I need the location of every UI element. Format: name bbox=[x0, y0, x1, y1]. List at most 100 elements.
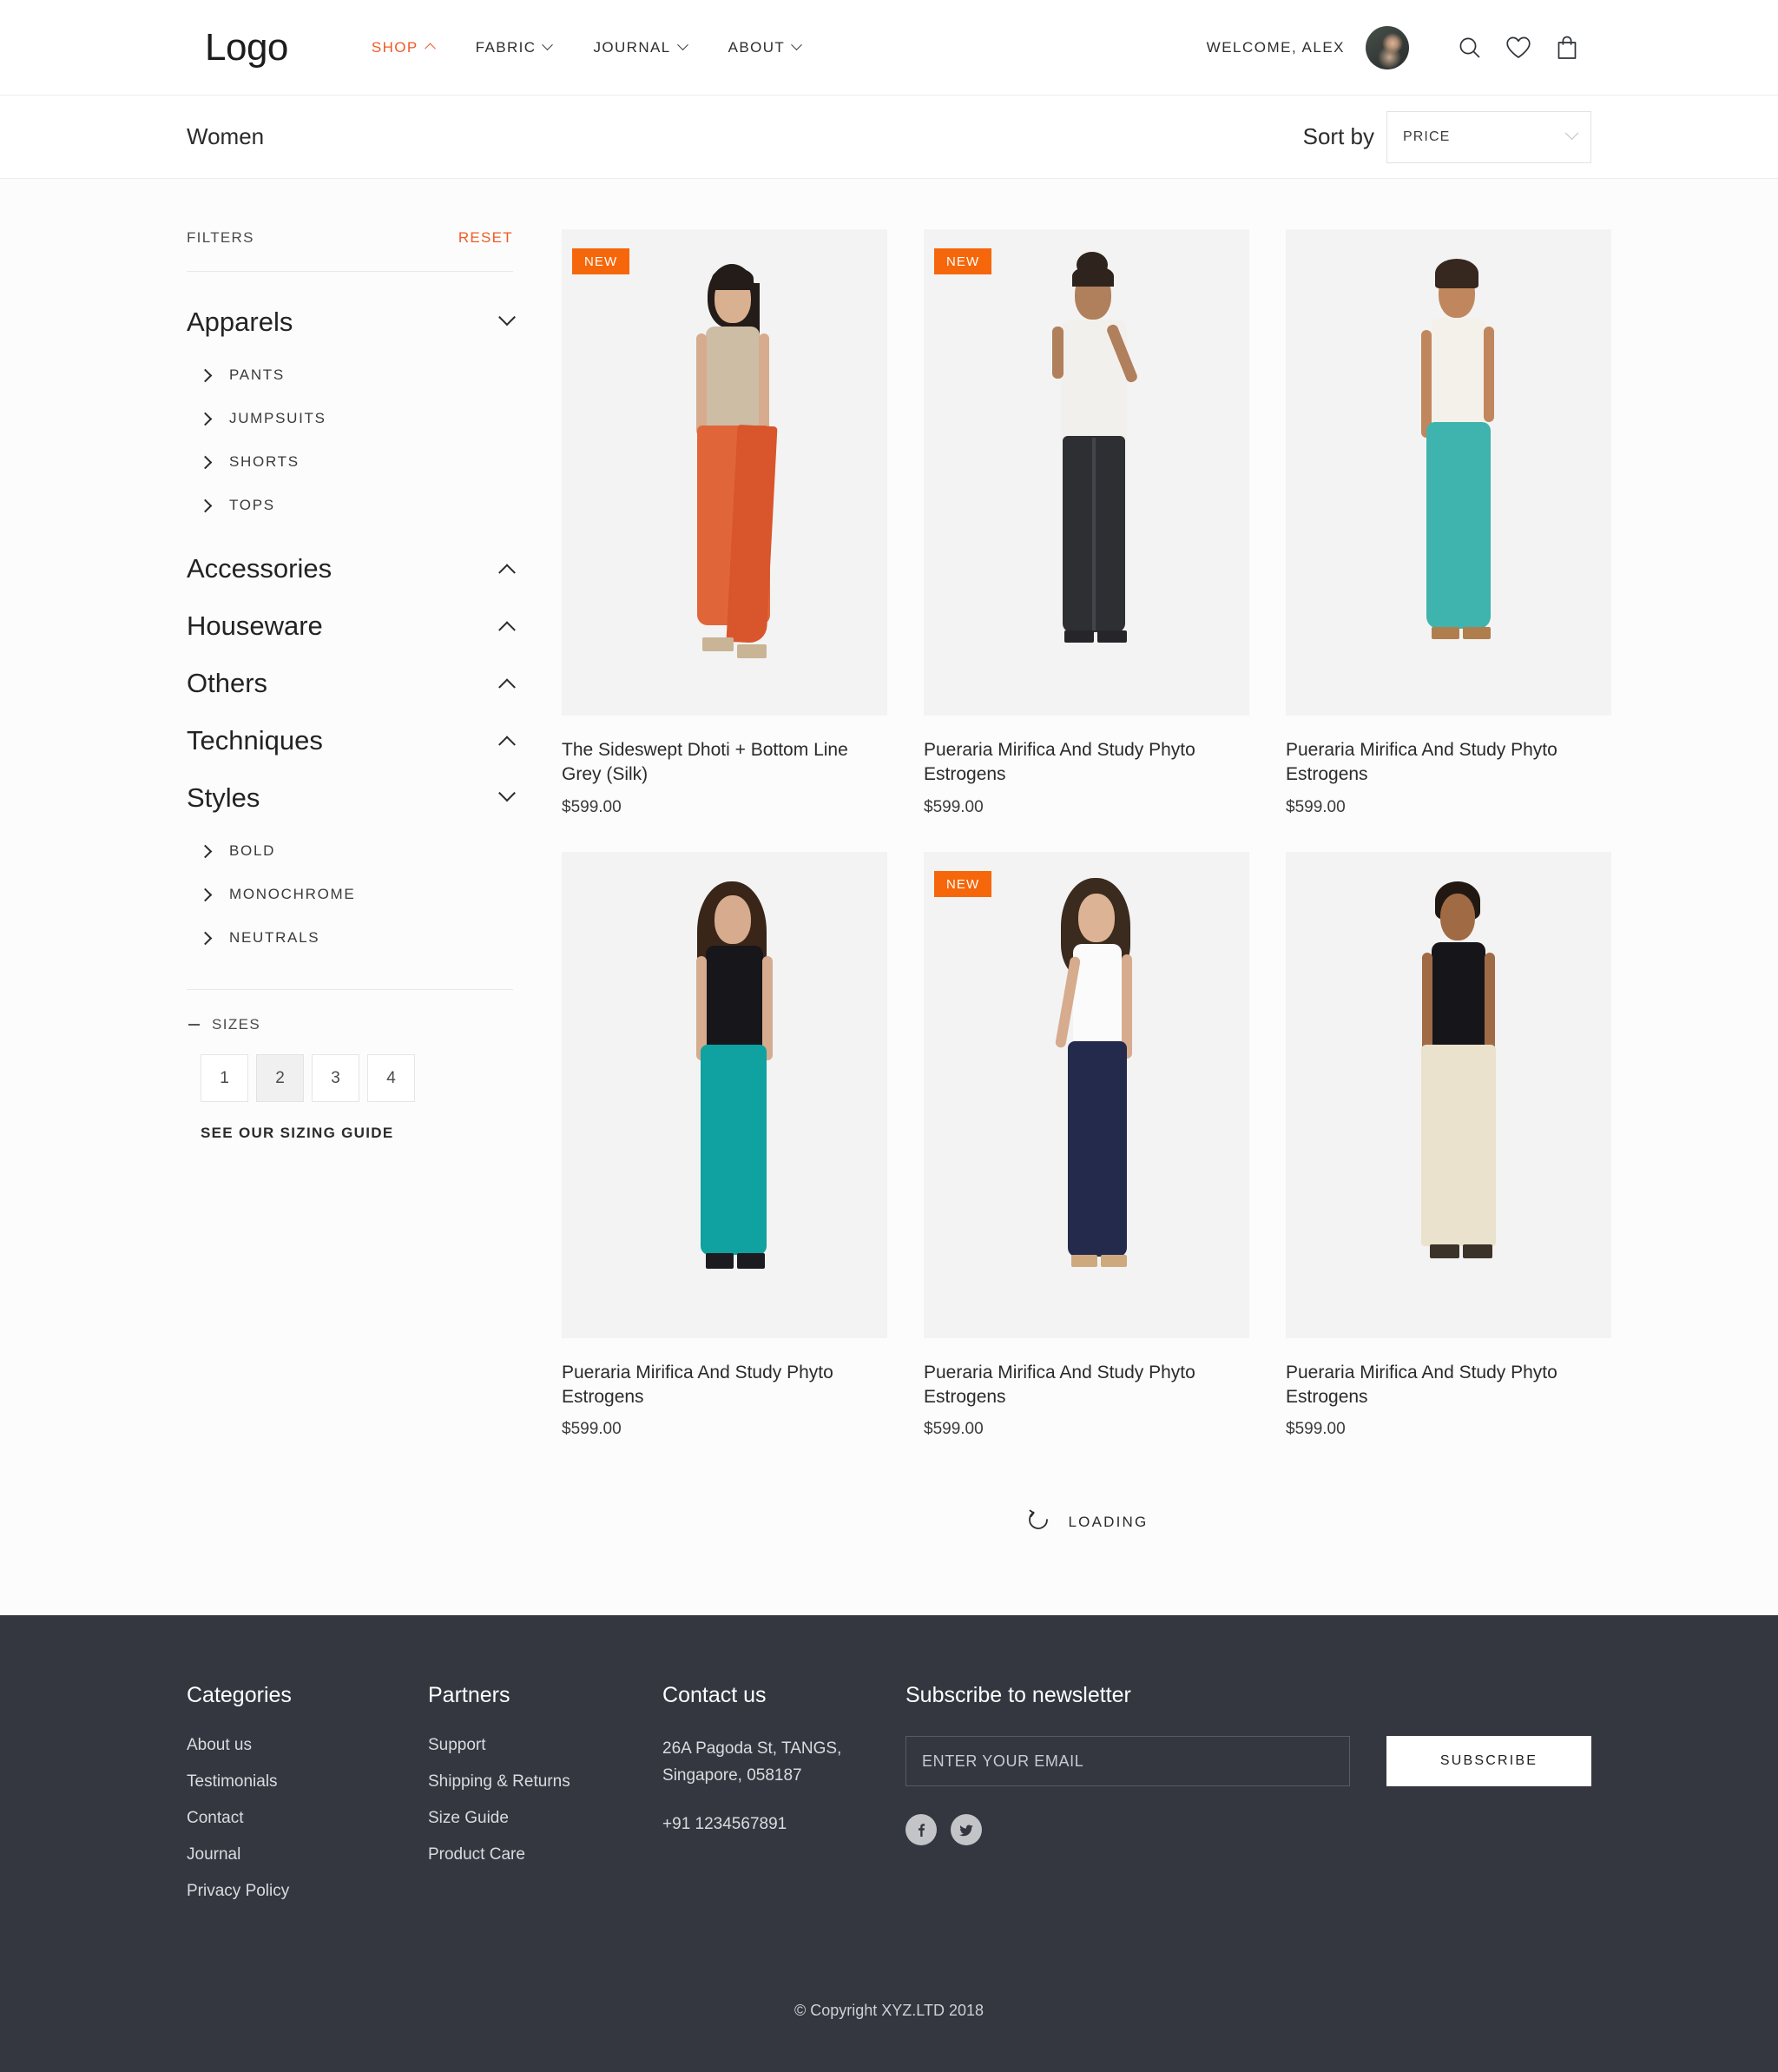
facebook-icon[interactable] bbox=[905, 1814, 937, 1846]
footer-link-size-guide[interactable]: Size Guide bbox=[428, 1809, 662, 1828]
heart-icon[interactable] bbox=[1494, 23, 1543, 72]
footer-link-shipping-returns[interactable]: Shipping & Returns bbox=[428, 1772, 662, 1792]
footer-link-product-care[interactable]: Product Care bbox=[428, 1845, 662, 1864]
filter-item-jumpsuits[interactable]: JUMPSUITS bbox=[187, 397, 513, 440]
loading-indicator: LOADING bbox=[562, 1507, 1611, 1546]
footer-column-partners: Partners Support Shipping & Returns Size… bbox=[428, 1683, 662, 1918]
sizes-label: SIZES bbox=[212, 1016, 261, 1033]
filter-group-apparels[interactable]: Apparels bbox=[187, 307, 516, 338]
refresh-spinner-icon bbox=[1025, 1507, 1051, 1537]
filter-item-shorts[interactable]: SHORTS bbox=[187, 440, 513, 484]
new-badge: NEW bbox=[934, 248, 992, 274]
chevron-up-icon bbox=[498, 564, 516, 582]
product-image[interactable]: NEW bbox=[562, 229, 887, 716]
shopping-bag-icon[interactable] bbox=[1543, 23, 1591, 72]
twitter-icon[interactable] bbox=[951, 1814, 982, 1846]
copyright-text: © Copyright XYZ.LTD 2018 bbox=[794, 2002, 984, 2020]
filter-group-title: Accessories bbox=[187, 553, 333, 584]
site-footer: Categories About us Testimonials Contact… bbox=[0, 1615, 1778, 2072]
product-image[interactable] bbox=[1286, 851, 1611, 1338]
product-price: $599.00 bbox=[924, 1420, 984, 1439]
product-card[interactable]: Pueraria Mirifica And Study Phyto Estrog… bbox=[1286, 851, 1611, 1440]
filter-group-houseware[interactable]: Houseware bbox=[187, 610, 516, 642]
avatar[interactable] bbox=[1366, 25, 1409, 69]
footer-link-about-us[interactable]: About us bbox=[187, 1736, 428, 1755]
product-card[interactable]: NEW bbox=[562, 229, 887, 817]
filter-group-title: Techniques bbox=[187, 725, 323, 756]
site-header: Logo SHOP FABRIC JOURNAL ABOUT WELCOME, … bbox=[0, 0, 1778, 96]
filter-sublist-styles: BOLD MONOCHROME NEUTRALS bbox=[187, 829, 513, 960]
address-line-1: 26A Pagoda St, TANGS, bbox=[662, 1739, 842, 1759]
product-image[interactable] bbox=[1286, 229, 1611, 716]
sort-control: Sort by PRICE bbox=[1303, 110, 1591, 163]
product-image[interactable]: NEW bbox=[924, 851, 1249, 1338]
main-content: FILTERS RESET Apparels PANTS JUMPSUITS S… bbox=[0, 179, 1778, 1616]
size-options: 1 2 3 4 bbox=[187, 1054, 513, 1102]
subscribe-button[interactable]: SUBSCRIBE bbox=[1386, 1736, 1591, 1787]
sizing-guide-link[interactable]: SEE OUR SIZING GUIDE bbox=[187, 1125, 513, 1142]
product-title: Pueraria Mirifica And Study Phyto Estrog… bbox=[1286, 1362, 1557, 1408]
model-illustration bbox=[562, 852, 887, 1338]
sort-selected-value: PRICE bbox=[1403, 129, 1451, 144]
chevron-right-icon bbox=[198, 412, 213, 426]
product-image[interactable] bbox=[562, 851, 887, 1338]
filter-item-monochrome[interactable]: MONOCHROME bbox=[187, 873, 513, 916]
product-card[interactable]: NEW Pueraria Mirifica And Study Phyto Es… bbox=[924, 851, 1249, 1440]
nav-item-fabric[interactable]: FABRIC bbox=[476, 39, 554, 56]
nav-item-shop[interactable]: SHOP bbox=[372, 39, 436, 56]
sizes-header[interactable]: SIZES bbox=[187, 1016, 513, 1033]
size-option-1[interactable]: 1 bbox=[201, 1054, 248, 1102]
filter-sublist-apparels: PANTS JUMPSUITS SHORTS TOPS bbox=[187, 353, 513, 527]
product-card[interactable]: NEW bbox=[924, 229, 1249, 817]
filter-item-tops[interactable]: TOPS bbox=[187, 484, 513, 527]
filter-item-label: MONOCHROME bbox=[229, 886, 356, 902]
chevron-down-icon bbox=[498, 784, 516, 802]
chevron-up-icon bbox=[498, 678, 516, 696]
filter-group-title: Others bbox=[187, 668, 268, 698]
main-nav: SHOP FABRIC JOURNAL ABOUT bbox=[372, 39, 803, 56]
product-card[interactable]: Pueraria Mirifica And Study Phyto Estrog… bbox=[1286, 229, 1611, 817]
footer-link-contact[interactable]: Contact bbox=[187, 1809, 428, 1828]
model-illustration bbox=[562, 229, 887, 716]
product-title: Pueraria Mirifica And Study Phyto Estrog… bbox=[1286, 740, 1557, 785]
filter-item-pants[interactable]: PANTS bbox=[187, 353, 513, 397]
product-title: Pueraria Mirifica And Study Phyto Estrog… bbox=[924, 1362, 1195, 1408]
site-logo[interactable]: Logo bbox=[205, 26, 288, 69]
filter-group-others[interactable]: Others bbox=[187, 668, 516, 699]
filter-item-neutrals[interactable]: NEUTRALS bbox=[187, 916, 513, 960]
filter-group-techniques[interactable]: Techniques bbox=[187, 725, 516, 756]
product-price: $599.00 bbox=[1286, 797, 1346, 816]
footer-link-support[interactable]: Support bbox=[428, 1736, 662, 1755]
email-field[interactable] bbox=[905, 1736, 1350, 1787]
footer-link-journal[interactable]: Journal bbox=[187, 1845, 428, 1864]
footer-link-privacy-policy[interactable]: Privacy Policy bbox=[187, 1882, 428, 1901]
nav-item-about[interactable]: ABOUT bbox=[728, 39, 803, 56]
filter-item-bold[interactable]: BOLD bbox=[187, 829, 513, 873]
filters-header: FILTERS RESET bbox=[187, 229, 513, 272]
size-option-4[interactable]: 4 bbox=[367, 1054, 415, 1102]
filter-group-accessories[interactable]: Accessories bbox=[187, 553, 516, 584]
sort-select[interactable]: PRICE bbox=[1386, 110, 1591, 163]
model-illustration bbox=[1286, 852, 1611, 1338]
reset-filters-button[interactable]: RESET bbox=[458, 229, 513, 247]
nav-item-journal[interactable]: JOURNAL bbox=[593, 39, 688, 56]
size-option-3[interactable]: 3 bbox=[312, 1054, 359, 1102]
chevron-up-icon bbox=[424, 43, 436, 55]
footer-link-testimonials[interactable]: Testimonials bbox=[187, 1772, 428, 1792]
chevron-right-icon bbox=[198, 455, 213, 469]
product-image[interactable]: NEW bbox=[924, 229, 1249, 716]
product-card[interactable]: Pueraria Mirifica And Study Phyto Estrog… bbox=[562, 851, 887, 1440]
new-badge: NEW bbox=[934, 870, 992, 897]
filter-item-label: SHORTS bbox=[229, 453, 300, 470]
chevron-right-icon bbox=[198, 931, 213, 945]
filter-sidebar: FILTERS RESET Apparels PANTS JUMPSUITS S… bbox=[187, 229, 516, 1142]
footer-column-contact: Contact us 26A Pagoda St, TANGS, Singapo… bbox=[662, 1683, 905, 1918]
filter-group-styles[interactable]: Styles bbox=[187, 782, 516, 814]
search-icon[interactable] bbox=[1445, 23, 1494, 72]
address-line-2: Singapore, 058187 bbox=[662, 1765, 802, 1785]
footer-heading: Categories bbox=[187, 1683, 292, 1708]
product-price: $599.00 bbox=[924, 797, 984, 816]
footer-column-categories: Categories About us Testimonials Contact… bbox=[187, 1683, 428, 1918]
size-option-2[interactable]: 2 bbox=[256, 1054, 304, 1102]
chevron-down-icon bbox=[542, 39, 554, 51]
